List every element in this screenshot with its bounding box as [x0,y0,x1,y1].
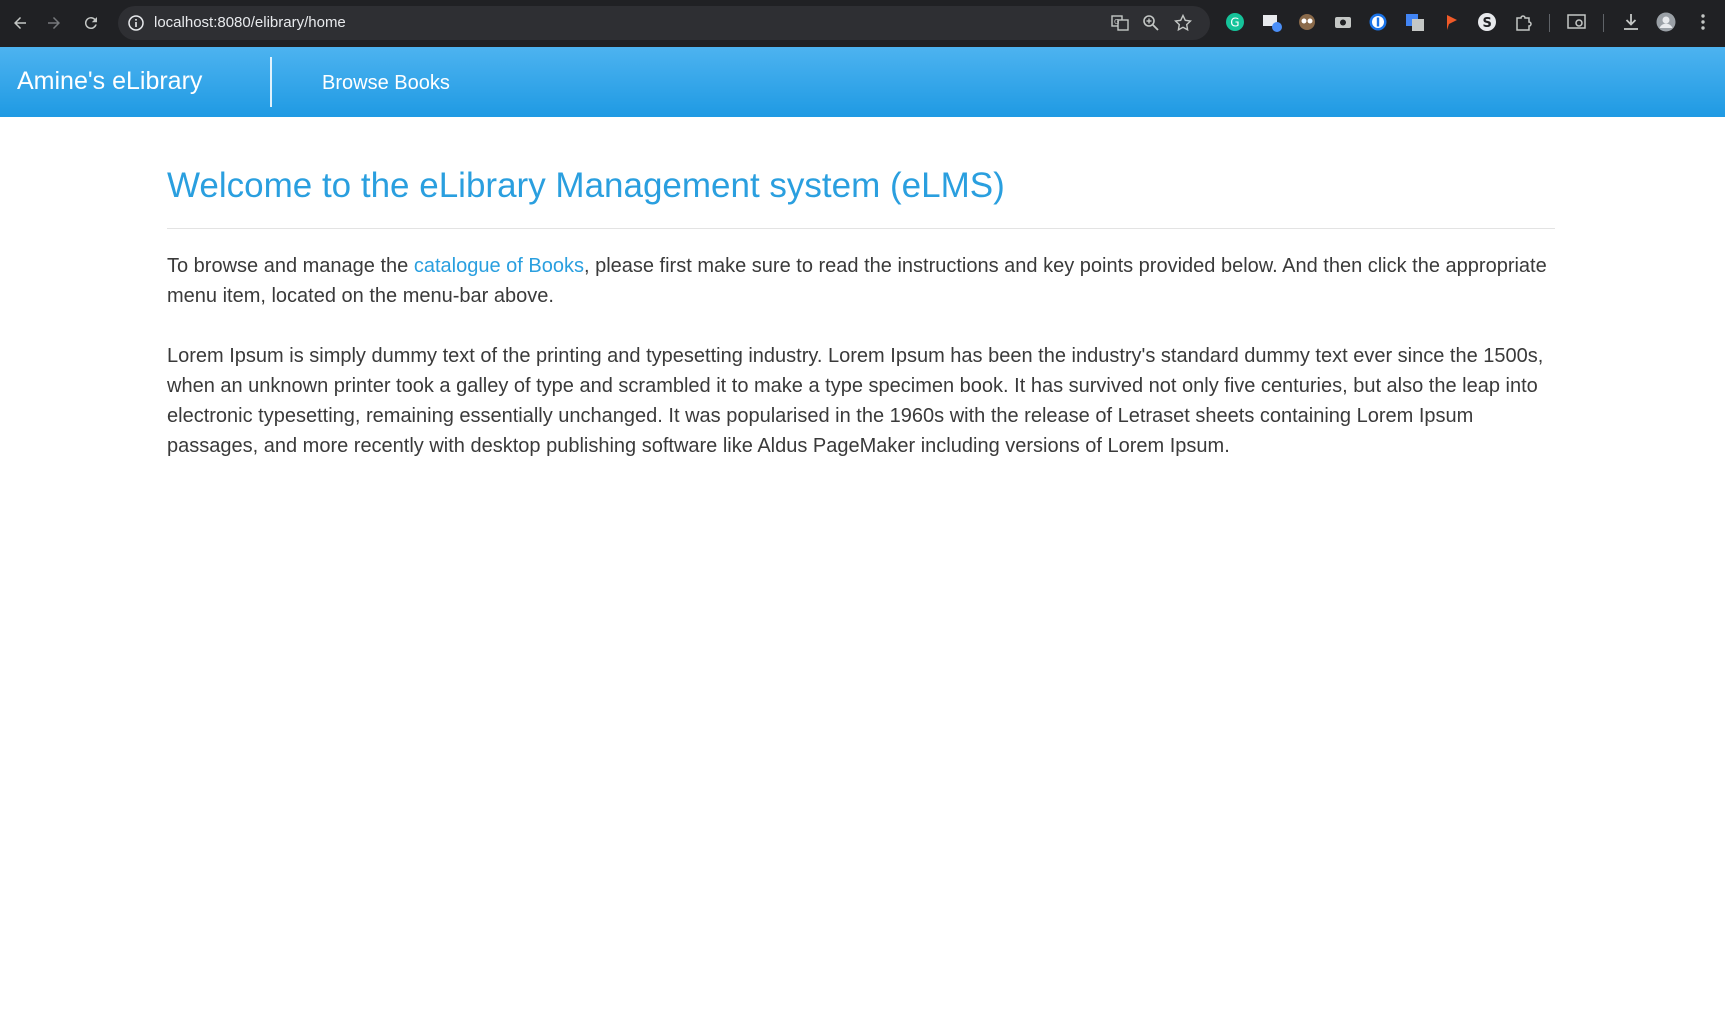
lorem-ipsum-paragraph: Lorem Ipsum is simply dummy text of the … [167,345,1544,457]
s-extension-icon[interactable]: S [1477,12,1497,32]
profile-avatar-icon[interactable] [1656,12,1676,32]
download-icon[interactable] [1621,12,1641,32]
app-navbar: Amine's eLibrary Browse Books [0,47,1725,117]
svg-text:G: G [1230,16,1239,30]
url-text[interactable]: localhost:8080/elibrary/home [154,14,346,31]
address-bar[interactable]: localhost:8080/elibrary/home G [118,6,1210,40]
translate-icon[interactable]: G [1111,14,1129,32]
toolbar-divider [1603,14,1604,32]
back-arrow-icon[interactable] [8,11,32,35]
owl-extension-icon[interactable] [1297,12,1317,32]
grammarly-extension-icon[interactable]: G [1225,12,1245,32]
camera-extension-icon[interactable] [1333,12,1353,32]
search-tab-icon[interactable] [1567,12,1587,32]
intro-text-before: To browse and manage the [167,255,414,277]
password-extension-icon[interactable] [1368,12,1388,32]
flag-extension-icon[interactable] [1442,12,1462,32]
nav-link-browse-books[interactable]: Browse Books [322,72,450,95]
bookmark-star-icon[interactable] [1174,14,1192,32]
svg-text:S: S [1483,16,1492,31]
catalogue-of-books-link[interactable]: catalogue of Books [414,255,584,277]
page-title: Welcome to the eLibrary Management syste… [167,166,1005,205]
screen-extension-icon[interactable] [1262,12,1282,32]
forward-arrow-icon[interactable] [42,11,66,35]
reload-icon[interactable] [79,11,103,35]
extensions-puzzle-icon[interactable] [1514,12,1534,32]
browser-toolbar: localhost:8080/elibrary/home G G S [0,0,1725,47]
more-menu-icon[interactable] [1693,12,1713,32]
toolbar-divider [1549,14,1550,32]
google-translate-extension-icon[interactable] [1405,12,1425,32]
zoom-icon[interactable] [1142,14,1160,32]
title-divider [167,228,1555,229]
intro-paragraph: To browse and manage the catalogue of Bo… [167,251,1555,311]
site-info-icon[interactable] [126,13,146,33]
navbar-divider [270,57,272,107]
brand-logo-text[interactable]: Amine's eLibrary [17,67,202,96]
svg-text:G: G [1114,18,1119,26]
